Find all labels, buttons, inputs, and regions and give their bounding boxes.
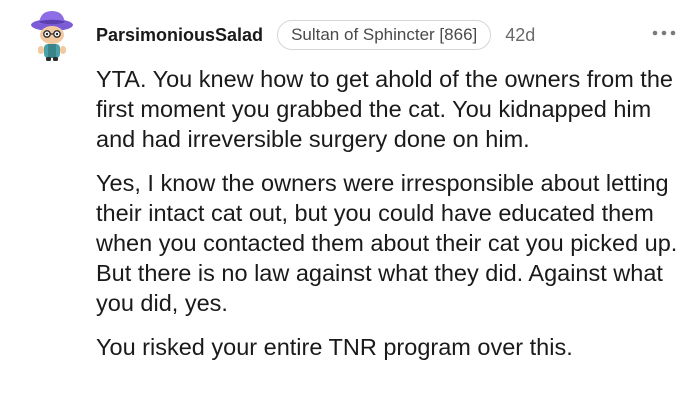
more-options-icon bbox=[652, 30, 676, 36]
comment-body: YTA. You knew how to get ahold of the ow… bbox=[96, 64, 686, 376]
comment-paragraph: Yes, I know the owners were irresponsibl… bbox=[96, 170, 678, 316]
avatar[interactable] bbox=[28, 8, 76, 62]
comment-paragraph: You risked your entire TNR program over … bbox=[96, 334, 573, 360]
comment-age-timestamp[interactable]: 42d bbox=[505, 25, 535, 46]
snoo-avatar-purple-hat-icon bbox=[31, 11, 73, 61]
comment: ParsimoniousSalad Sultan of Sphincter [8… bbox=[0, 0, 700, 403]
user-flair-badge: Sultan of Sphincter [866] bbox=[277, 20, 492, 50]
comment-paragraph: YTA. You knew how to get ahold of the ow… bbox=[96, 66, 673, 152]
username-link[interactable]: ParsimoniousSalad bbox=[96, 25, 263, 46]
more-options-button[interactable] bbox=[650, 26, 678, 40]
comment-header: ParsimoniousSalad Sultan of Sphincter [8… bbox=[96, 18, 535, 52]
